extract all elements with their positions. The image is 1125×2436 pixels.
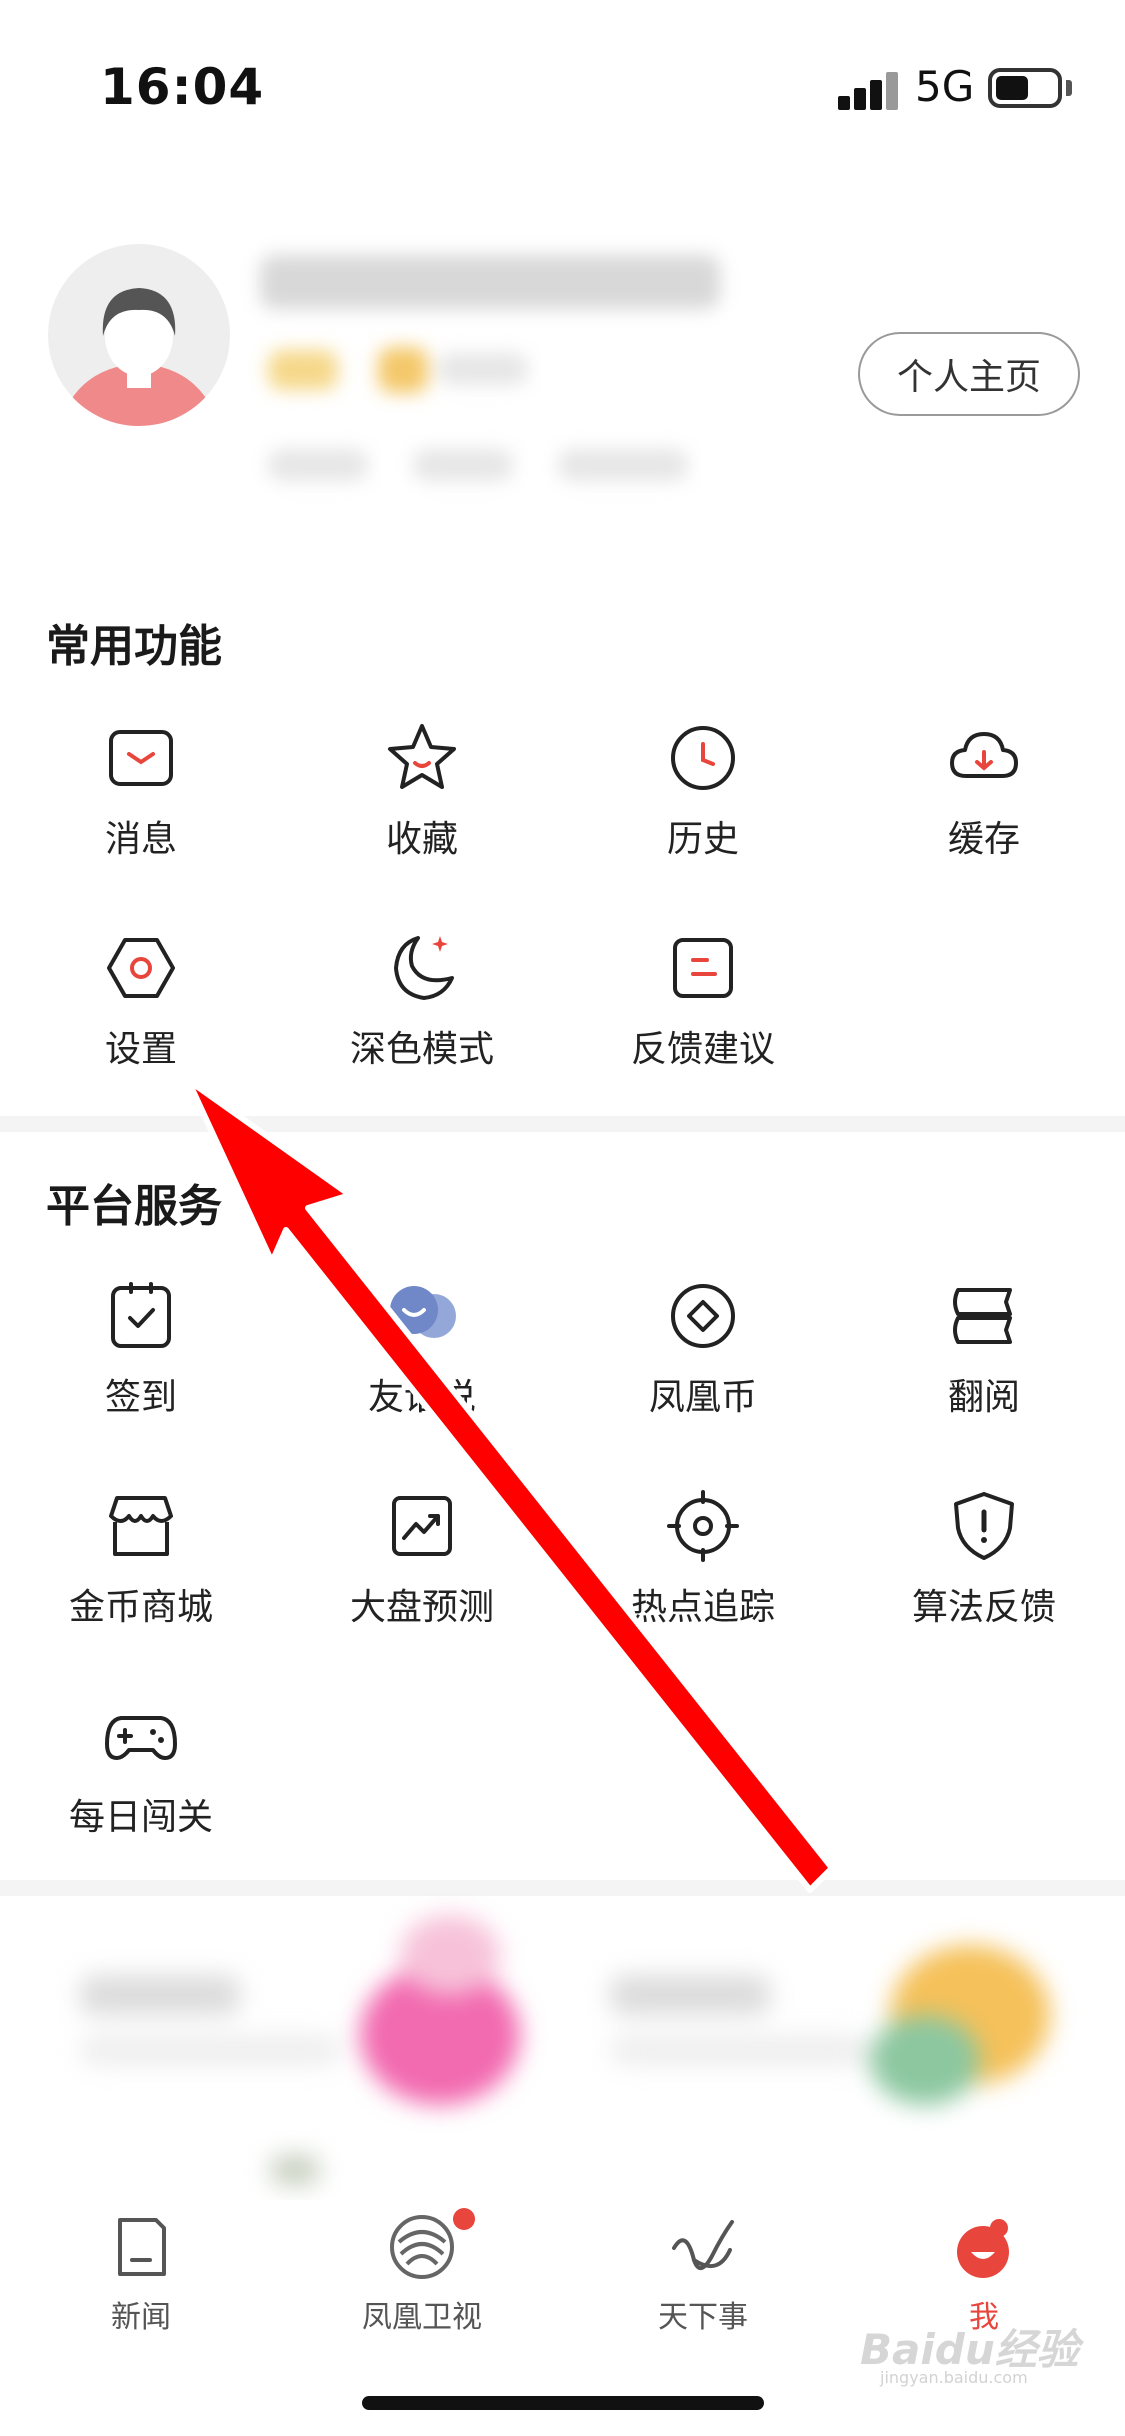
home-indicator[interactable] [362, 2396, 764, 2410]
star-icon [382, 718, 462, 798]
favorites-label: 收藏 [385, 819, 458, 860]
browse-button[interactable]: 翻阅 [843, 1276, 1125, 1476]
network-type: 5G [915, 62, 975, 111]
battery-cap [1066, 80, 1072, 96]
section-title-platform: 平台服务 [46, 1181, 222, 1232]
tab-news-label: 新闻 [111, 2300, 171, 2335]
dark-mode-button[interactable]: 深色模式 [281, 928, 563, 1128]
clock-icon [663, 718, 743, 798]
crosshair-icon [663, 1486, 743, 1566]
feedback-button[interactable]: 反馈建议 [562, 928, 844, 1128]
market-forecast-button[interactable]: 大盘预测 [281, 1486, 563, 1686]
battery-icon [988, 68, 1062, 108]
moon-icon [382, 928, 462, 1008]
settings-label: 设置 [104, 1029, 177, 1070]
daily-challenge-label: 每日闯关 [68, 1797, 213, 1838]
tab-news[interactable]: 新闻 [0, 2212, 282, 2342]
favorites-button[interactable]: 收藏 [281, 718, 563, 918]
algorithm-feedback-button[interactable]: 算法反馈 [843, 1486, 1125, 1686]
signal-icon [838, 70, 900, 110]
settings-button[interactable]: 设置 [0, 928, 282, 1128]
gamepad-icon [101, 1696, 181, 1776]
checkin-clipboard-icon [101, 1276, 181, 1356]
blurred-promo-cards [40, 1905, 1080, 2195]
section-title-common: 常用功能 [46, 621, 222, 672]
hotspot-tracking-button[interactable]: 热点追踪 [562, 1486, 844, 1686]
message-icon [101, 718, 181, 798]
phoenix-coin-button[interactable]: 凤凰币 [562, 1276, 844, 1476]
trend-chart-icon [382, 1486, 462, 1566]
phoenix-logo-icon [387, 2212, 457, 2282]
message-button[interactable]: 消息 [0, 718, 282, 918]
chat-button[interactable]: 友话说 [281, 1276, 563, 1476]
algorithm-feedback-label: 算法反馈 [911, 1587, 1056, 1628]
tab-phoenix-tv[interactable]: 凤凰卫视 [281, 2208, 563, 2342]
shop-icon [101, 1486, 181, 1566]
phoenix-coin-label: 凤凰币 [648, 1377, 757, 1418]
settings-hexagon-icon [101, 928, 181, 1008]
me-face-icon [949, 2212, 1019, 2282]
cache-button[interactable]: 缓存 [843, 718, 1125, 918]
cache-label: 缓存 [947, 819, 1020, 860]
checkin-button[interactable]: 签到 [0, 1276, 282, 1476]
profile-home-button[interactable]: 个人主页 [858, 332, 1080, 416]
blurred-user-info [248, 235, 748, 505]
checkin-label: 签到 [104, 1377, 177, 1418]
swirl-icon [668, 2212, 738, 2282]
feedback-icon [663, 928, 743, 1008]
status-time: 16:04 [100, 58, 265, 116]
message-label: 消息 [104, 819, 177, 860]
chat-bubbles-icon [382, 1276, 462, 1356]
avatar[interactable] [48, 244, 230, 426]
daily-challenge-button[interactable]: 每日闯关 [0, 1696, 282, 1896]
market-forecast-label: 大盘预测 [349, 1587, 494, 1628]
coin-diamond-icon [663, 1276, 743, 1356]
feedback-label: 反馈建议 [630, 1029, 775, 1070]
history-button[interactable]: 历史 [562, 718, 844, 918]
news-icon [106, 2212, 176, 2282]
badge-dot [453, 2208, 475, 2230]
hotspot-tracking-label: 热点追踪 [630, 1587, 775, 1628]
chat-label: 友话说 [367, 1377, 476, 1418]
cloud-download-icon [944, 718, 1024, 798]
browse-label: 翻阅 [947, 1377, 1020, 1418]
coin-mall-button[interactable]: 金币商城 [0, 1486, 282, 1686]
dark-mode-label: 深色模式 [349, 1029, 494, 1070]
tab-world-affairs-label: 天下事 [658, 2300, 748, 2335]
tab-phoenix-tv-label: 凤凰卫视 [362, 2300, 482, 2335]
shield-alert-icon [944, 1486, 1024, 1566]
history-label: 历史 [666, 819, 739, 860]
book-stack-icon [944, 1276, 1024, 1356]
status-bar: 16:04 5G [0, 0, 1125, 180]
watermark-url: jingyan.baidu.com [880, 2368, 1028, 2387]
section-divider [0, 1116, 1125, 1132]
section-divider-2 [0, 1880, 1125, 1896]
tab-world-affairs[interactable]: 天下事 [562, 2212, 844, 2342]
coin-mall-label: 金币商城 [68, 1587, 213, 1628]
